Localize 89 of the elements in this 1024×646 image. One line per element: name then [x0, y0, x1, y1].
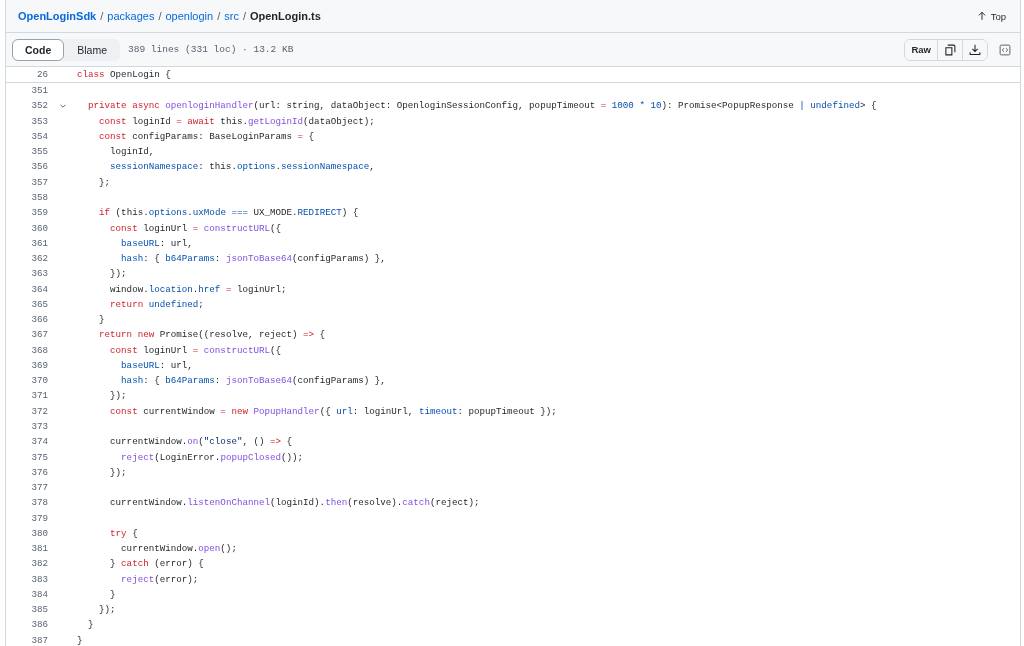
- code-line: }: [77, 634, 83, 646]
- code-line: window.location.href = loginUrl;: [109, 283, 287, 295]
- code-line: return new Promise((resolve, reject) => {: [98, 329, 326, 341]
- line-number: 363: [30, 268, 48, 280]
- code-line: hash: { b64Params: jsonToBase64(configParams) },: [120, 253, 386, 265]
- code-line: });: [98, 604, 116, 616]
- line-number: 362: [30, 253, 48, 265]
- top-link[interactable]: Top: [976, 10, 1006, 22]
- code-line: baseURL: url,: [120, 359, 193, 371]
- code-line: hash: { b64Params: jsonToBase64(configParams) },: [120, 375, 386, 387]
- line-number: 372: [30, 405, 48, 417]
- line-number: 373: [30, 420, 48, 432]
- code-line: }: [109, 588, 116, 600]
- file-info: 389 lines (331 loc) · 13.2 KB: [128, 44, 294, 55]
- code-line: currentWindow.on("close", () => {: [109, 436, 293, 448]
- code-line: });: [109, 268, 127, 280]
- code-line: sessionNamespace: this.options.sessionNamespace,: [109, 161, 375, 173]
- code-line: const currentWindow = new PopupHandler({ url: loginUrl, timeout: popupTimeout });: [109, 405, 557, 417]
- line-number: 357: [30, 176, 48, 188]
- line-number: 355: [30, 146, 48, 158]
- line-number: 352: [30, 100, 48, 112]
- breadcrumb-separator: /: [100, 10, 104, 22]
- line-number: 382: [30, 558, 48, 570]
- line-number: 358: [30, 192, 48, 203]
- line-number: 378: [30, 497, 48, 509]
- line-number: 384: [30, 588, 48, 600]
- line-number: 380: [30, 527, 48, 539]
- breadcrumb-link[interactable]: openlogin: [165, 10, 214, 22]
- code-line: private async openloginHandler(url: string, dataObject: OpenloginSessionConfig, popupTimeout = 1000 * 10): Promise<PopupResponse | undefined> {: [87, 100, 877, 112]
- line-number: 361: [30, 237, 48, 249]
- line-number: 351: [30, 85, 48, 97]
- code-line: }: [98, 314, 105, 326]
- code-line: const loginUrl = constructURL({: [109, 222, 282, 234]
- line-number: 385: [30, 604, 48, 616]
- line-number: 353: [30, 115, 48, 127]
- line-number: 369: [30, 359, 48, 371]
- breadcrumb-link[interactable]: packages: [107, 10, 155, 22]
- line-number: 379: [30, 512, 48, 524]
- line-number: 26: [35, 69, 48, 80]
- line-number: 387: [30, 634, 48, 646]
- breadcrumb-separator: /: [217, 10, 221, 22]
- line-number: 377: [30, 482, 48, 494]
- line-number: 376: [30, 466, 48, 478]
- line-number: 368: [30, 344, 48, 356]
- view-tab[interactable]: Blame: [64, 38, 120, 61]
- line-number: 386: [30, 619, 48, 631]
- line-number: 354: [30, 130, 48, 142]
- code-line: reject(LoginError.popupClosed());: [120, 451, 304, 463]
- code-line: } catch (error) {: [109, 558, 204, 570]
- code-line: return undefined;: [109, 298, 204, 310]
- copy-icon: [944, 43, 956, 56]
- code-square-icon: [999, 43, 1011, 56]
- code-line: if (this.options.uxMode === UX_MODE.REDIRECT) {: [98, 207, 359, 219]
- download-button[interactable]: [962, 39, 987, 60]
- breadcrumb-link[interactable]: src: [224, 10, 239, 22]
- line-number: 374: [30, 436, 48, 448]
- code-line: baseURL: url,: [120, 237, 193, 249]
- code-line: };: [98, 176, 111, 188]
- code-line: }: [87, 619, 94, 631]
- breadcrumb-separator: /: [242, 10, 246, 22]
- download-icon: [969, 43, 981, 56]
- code-line: class OpenLogin {: [77, 69, 171, 80]
- line-number: 360: [30, 222, 48, 234]
- code-line: const loginUrl = constructURL({: [109, 344, 282, 356]
- line-number: 366: [30, 314, 48, 326]
- line-number: 383: [30, 573, 48, 585]
- line-number: 364: [30, 283, 48, 295]
- line-number: 365: [30, 298, 48, 310]
- line-number: 370: [30, 375, 48, 387]
- code-line: loginId,: [109, 146, 155, 158]
- line-number: 359: [30, 207, 48, 219]
- code-line: currentWindow.open();: [120, 543, 237, 555]
- line-number: 356: [30, 161, 48, 173]
- file-name: OpenLogin.ts: [249, 10, 321, 22]
- code-line: });: [109, 390, 127, 402]
- code-line: currentWindow.listenOnChannel(loginId).then(resolve).catch(reject);: [109, 497, 480, 509]
- breadcrumb-separator: /: [158, 10, 162, 22]
- line-number: 375: [30, 451, 48, 463]
- code-line: const configParams: BaseLoginParams = {: [98, 130, 315, 142]
- line-number: 371: [30, 390, 48, 402]
- line-number: 381: [30, 543, 48, 555]
- arrow-up-icon: [976, 11, 987, 21]
- line-number: 367: [30, 329, 48, 341]
- breadcrumb-link[interactable]: OpenLoginSdk: [18, 10, 97, 22]
- view-tab[interactable]: Code: [12, 38, 65, 61]
- code-line: reject(error);: [120, 573, 199, 585]
- code-line: });: [109, 466, 127, 478]
- code-line: const loginId = await this.getLoginId(dataObject);: [98, 115, 375, 127]
- code-line: try {: [109, 527, 138, 539]
